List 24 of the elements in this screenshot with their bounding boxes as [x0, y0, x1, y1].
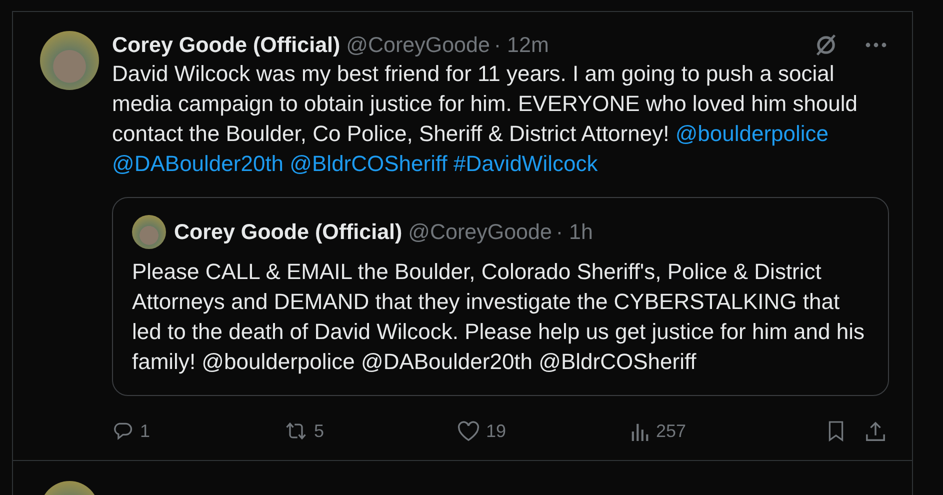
author-handle: @CoreyGoode [408, 220, 552, 244]
action-count: 1 [140, 420, 150, 442]
action-count: 257 [656, 420, 686, 442]
author-handle[interactable]: @CoreyGoode [346, 32, 490, 58]
mention-link[interactable]: @DABoulder20th [112, 151, 284, 176]
quoted-text: Please CALL & EMAIL the Boulder, Colorado Sheriff's, Police & District Attorneys and DEMAND that they investigate the CYBERSTALKING that led to the death of David Wilcock. Please help us get justice for him and his family! @boulderpolice @DABoulder20th @BldrCOSheriff [132, 258, 866, 376]
mention-link[interactable]: #DavidWilcock [453, 151, 598, 176]
bookmark-icon[interactable] [827, 420, 845, 442]
author-name: Corey Goode (Official) [174, 220, 402, 244]
mention-link[interactable]: @boulderpolice [675, 121, 829, 146]
post-time: · 1h [556, 220, 593, 244]
mention-link[interactable]: @BldrCOSheriff [290, 151, 448, 176]
heart-icon[interactable] [457, 420, 480, 442]
avatar [132, 215, 166, 249]
author-name[interactable]: Corey Goode (Official) [112, 32, 340, 58]
speech-bubble-icon[interactable] [112, 420, 134, 442]
action-count: 5 [314, 420, 324, 442]
repost-icon[interactable] [284, 420, 308, 442]
post-text: David Wilcock was my best friend for 11 years. I am going to push a social media campaign to obtain justice for him. EVERYONE who loved him should contact the Boulder, Co Police, Sheriff & District Attorney! @boulderpolice @DABoulder20th @BldrCOSheriff #DavidWilcock [112, 60, 859, 178]
quoted-post[interactable] [112, 197, 889, 396]
more-icon[interactable] [865, 42, 887, 48]
share-icon[interactable] [865, 420, 886, 442]
action-count: 19 [486, 420, 506, 442]
post-time[interactable]: · 12m [494, 32, 549, 58]
